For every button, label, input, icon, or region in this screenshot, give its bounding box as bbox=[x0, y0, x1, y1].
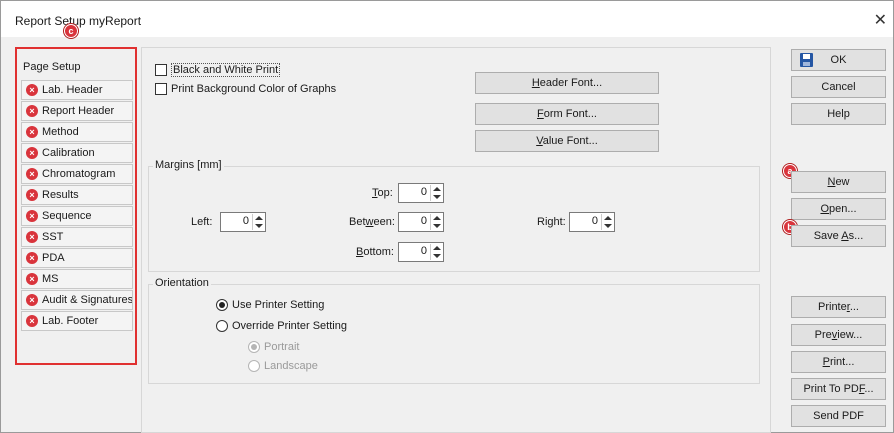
x-circle-icon: × bbox=[26, 315, 38, 327]
top-margin-spinner[interactable]: 0 bbox=[398, 183, 444, 203]
spin-up-icon bbox=[433, 216, 441, 220]
print-to-pdf-button[interactable]: Print To PDF... bbox=[791, 378, 886, 400]
margins-group: Margins [mm] Top: 0 Left: 0 Between: 0 R… bbox=[148, 159, 760, 272]
x-circle-icon: × bbox=[26, 105, 38, 117]
form-font-button[interactable]: Form Font... bbox=[475, 103, 659, 125]
spin-up-icon bbox=[604, 216, 612, 220]
help-button[interactable]: Help bbox=[791, 103, 886, 125]
margins-label: Margins [mm] bbox=[153, 159, 224, 171]
x-circle-icon: × bbox=[26, 147, 38, 159]
printer-button[interactable]: Printer... bbox=[791, 296, 886, 318]
value-font-button[interactable]: Value Font... bbox=[475, 130, 659, 152]
bottom-label: Bottom: bbox=[356, 246, 394, 258]
portrait-radio[interactable]: Portrait bbox=[248, 341, 299, 353]
bottom-margin-spinner[interactable]: 0 bbox=[398, 242, 444, 262]
preview-button[interactable]: Preview... bbox=[791, 324, 886, 346]
report-setup-dialog: Report Setup myReport ✕ c Page Setup × La… bbox=[0, 0, 894, 433]
spin-down-icon bbox=[433, 224, 441, 228]
spin-down-icon bbox=[255, 224, 263, 228]
checkbox-box[interactable] bbox=[155, 64, 167, 76]
landscape-radio[interactable]: Landscape bbox=[248, 360, 318, 372]
between-label: Between: bbox=[349, 216, 395, 228]
nav-item-pda[interactable]: × PDA bbox=[21, 248, 133, 268]
spin-down-icon bbox=[433, 195, 441, 199]
spin-down-icon bbox=[604, 224, 612, 228]
x-circle-icon: × bbox=[26, 168, 38, 180]
spin-up-icon bbox=[433, 187, 441, 191]
send-pdf-button[interactable]: Send PDF bbox=[791, 405, 886, 427]
checkbox-box[interactable] bbox=[155, 83, 167, 95]
x-circle-icon: × bbox=[26, 231, 38, 243]
nav-item-calibration[interactable]: × Calibration bbox=[21, 143, 133, 163]
save-icon bbox=[800, 53, 813, 67]
bg-color-checkbox[interactable]: Print Background Color of Graphs bbox=[155, 83, 336, 95]
dialog-client: c Page Setup × Lab. Header × Report Header… bbox=[1, 24, 893, 433]
title-bar: Report Setup myReport ✕ bbox=[1, 1, 893, 37]
spin-down-icon bbox=[433, 254, 441, 258]
nav-item-report-header[interactable]: × Report Header bbox=[21, 101, 133, 121]
save-as-button[interactable]: Save As... bbox=[791, 225, 886, 247]
nav-item-audit-signatures[interactable]: × Audit & Signatures bbox=[21, 290, 133, 310]
x-circle-icon: × bbox=[26, 273, 38, 285]
window-title: Report Setup myReport bbox=[15, 14, 142, 28]
new-button[interactable]: New bbox=[791, 171, 886, 193]
nav-item-lab-header[interactable]: × Lab. Header bbox=[21, 80, 133, 100]
x-circle-icon: × bbox=[26, 210, 38, 222]
x-circle-icon: × bbox=[26, 252, 38, 264]
x-circle-icon: × bbox=[26, 189, 38, 201]
x-circle-icon: × bbox=[26, 126, 38, 138]
x-circle-icon: × bbox=[26, 294, 38, 306]
print-button[interactable]: Print... bbox=[791, 351, 886, 373]
between-margin-spinner[interactable]: 0 bbox=[398, 212, 444, 232]
ok-button[interactable]: OK bbox=[791, 49, 886, 71]
use-printer-setting-radio[interactable]: Use Printer Setting bbox=[216, 299, 324, 311]
nav-header: Page Setup bbox=[23, 61, 81, 73]
right-margin-spinner[interactable]: 0 bbox=[569, 212, 615, 232]
left-label: Left: bbox=[191, 216, 213, 228]
bw-print-checkbox[interactable]: Black and White Print bbox=[155, 63, 281, 77]
spin-up-icon bbox=[433, 246, 441, 250]
right-label: Right: bbox=[537, 216, 566, 228]
callout-c: c bbox=[64, 24, 78, 38]
left-margin-spinner[interactable]: 0 bbox=[220, 212, 266, 232]
x-circle-icon: × bbox=[26, 84, 38, 96]
cancel-button[interactable]: Cancel bbox=[791, 76, 886, 98]
orientation-label: Orientation bbox=[153, 277, 211, 289]
orientation-group: Orientation Use Printer Setting Override… bbox=[148, 277, 760, 384]
header-font-button[interactable]: Header Font... bbox=[475, 72, 659, 94]
nav-item-method[interactable]: × Method bbox=[21, 122, 133, 142]
page-setup-panel: Black and White Print Print Background C… bbox=[141, 47, 771, 433]
top-label: Top: bbox=[372, 187, 393, 199]
open-button[interactable]: Open... bbox=[791, 198, 886, 220]
nav-item-sequence[interactable]: × Sequence bbox=[21, 206, 133, 226]
section-nav: Page Setup × Lab. Header × Report Header ×… bbox=[15, 47, 137, 365]
override-printer-setting-radio[interactable]: Override Printer Setting bbox=[216, 320, 347, 332]
nav-item-lab-footer[interactable]: × Lab. Footer bbox=[21, 311, 133, 331]
close-icon[interactable]: ✕ bbox=[874, 10, 887, 30]
nav-item-sst[interactable]: × SST bbox=[21, 227, 133, 247]
nav-item-results[interactable]: × Results bbox=[21, 185, 133, 205]
nav-item-chromatogram[interactable]: × Chromatogram bbox=[21, 164, 133, 184]
spin-up-icon bbox=[255, 216, 263, 220]
nav-item-ms[interactable]: × MS bbox=[21, 269, 133, 289]
